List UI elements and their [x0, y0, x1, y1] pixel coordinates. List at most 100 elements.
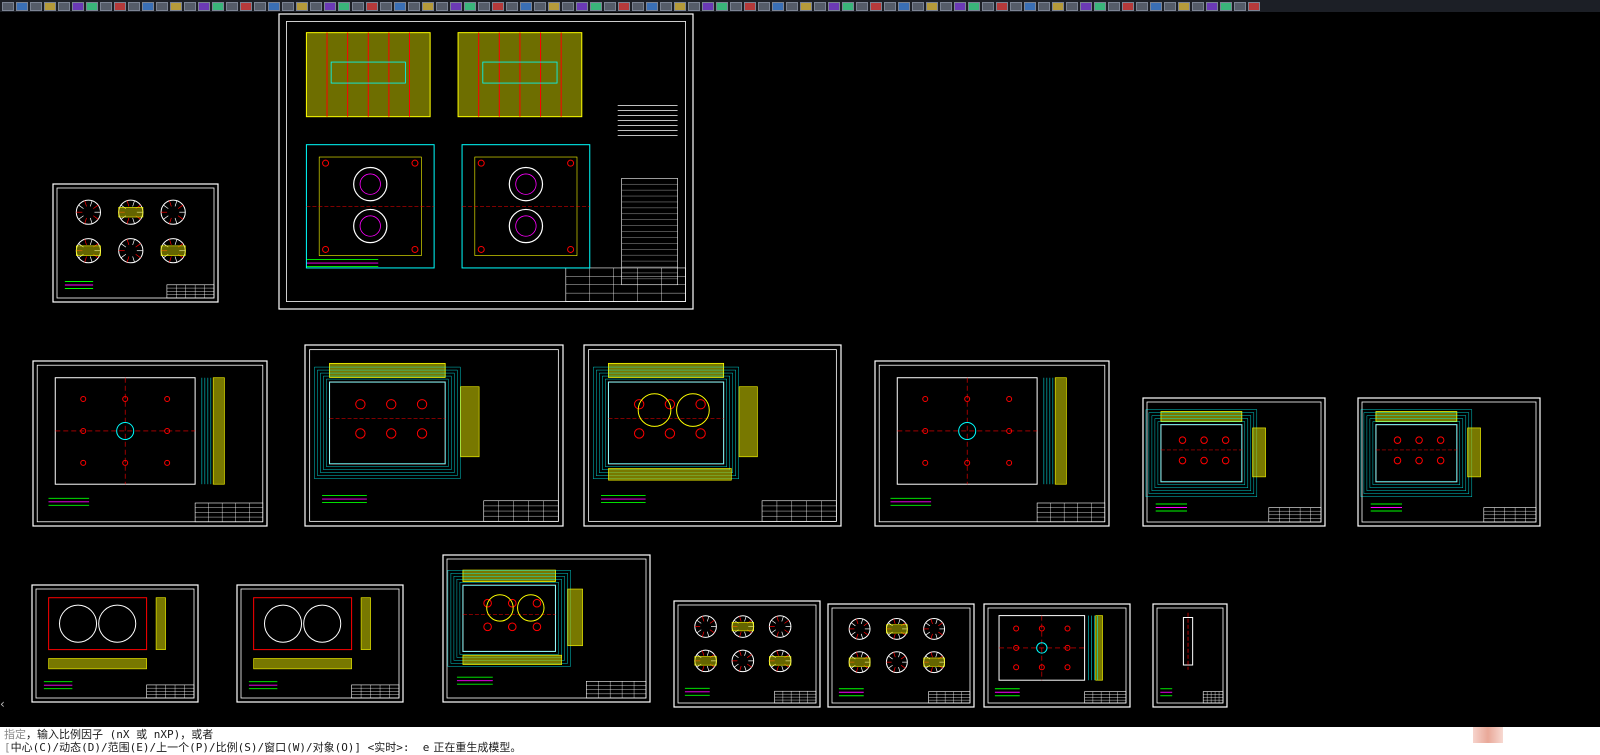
toolbar-tool-icon[interactable] [184, 1, 196, 11]
drawing-sheet[interactable] [1152, 603, 1228, 708]
drawing-sheet[interactable] [442, 554, 651, 703]
toolbar-tool-icon[interactable] [1122, 1, 1134, 11]
toolbar-tool-icon[interactable] [646, 1, 658, 11]
toolbar-tool-icon[interactable] [1038, 1, 1050, 11]
toolbar-tool-icon[interactable] [492, 1, 504, 11]
command-input-line[interactable]: [中心(C)/动态(D)/范围(E)/上一个(P)/比例(S)/窗口(W)/对象… [4, 741, 1600, 754]
toolbar-tool-icon[interactable] [1220, 1, 1232, 11]
toolbar-tool-icon[interactable] [786, 1, 798, 11]
command-line[interactable]: 指定，输入比例因子 (nX 或 nXP)，或者 [中心(C)/动态(D)/范围(… [0, 727, 1600, 755]
toolbar-tool-icon[interactable] [800, 1, 812, 11]
toolbar-tool-icon[interactable] [268, 1, 280, 11]
toolbar-tool-icon[interactable] [16, 1, 28, 11]
toolbar-tool-icon[interactable] [716, 1, 728, 11]
toolbar-tool-icon[interactable] [702, 1, 714, 11]
toolbar-tool-icon[interactable] [912, 1, 924, 11]
toolbar-tool-icon[interactable] [128, 1, 140, 11]
toolbar-tool-icon[interactable] [632, 1, 644, 11]
toolbar-tool-icon[interactable] [338, 1, 350, 11]
drawing-sheet[interactable] [31, 584, 199, 703]
toolbar-tool-icon[interactable] [954, 1, 966, 11]
toolbar-tool-icon[interactable] [856, 1, 868, 11]
toolbar-tool-icon[interactable] [814, 1, 826, 11]
drawing-sheet[interactable] [874, 360, 1110, 527]
toolbar-tool-icon[interactable] [562, 1, 574, 11]
toolbar-tool-icon[interactable] [744, 1, 756, 11]
toolbar-tool-icon[interactable] [464, 1, 476, 11]
toolbar-tool-icon[interactable] [660, 1, 672, 11]
toolbar-tool-icon[interactable] [940, 1, 952, 11]
toolbar-tool-icon[interactable] [898, 1, 910, 11]
toolbar-tool-icon[interactable] [114, 1, 126, 11]
toolbar-tool-icon[interactable] [1094, 1, 1106, 11]
toolbar-tool-icon[interactable] [1066, 1, 1078, 11]
toolbar-tool-icon[interactable] [730, 1, 742, 11]
toolbar-tool-icon[interactable] [170, 1, 182, 11]
toolbar-tool-icon[interactable] [674, 1, 686, 11]
toolbar-tool-icon[interactable] [590, 1, 602, 11]
toolbar-tool-icon[interactable] [254, 1, 266, 11]
toolbar-tool-icon[interactable] [1024, 1, 1036, 11]
toolbar-tool-icon[interactable] [842, 1, 854, 11]
toolbar-tool-icon[interactable] [870, 1, 882, 11]
toolbar-tool-icon[interactable] [72, 1, 84, 11]
toolbar-tool-icon[interactable] [1108, 1, 1120, 11]
toolbar-tool-icon[interactable] [828, 1, 840, 11]
drawing-sheet[interactable] [983, 603, 1131, 708]
toolbar-tool-icon[interactable] [240, 1, 252, 11]
toolbar-tool-icon[interactable] [352, 1, 364, 11]
toolbar-tool-icon[interactable] [1164, 1, 1176, 11]
toolbar-tool-icon[interactable] [604, 1, 616, 11]
toolbar-tool-icon[interactable] [198, 1, 210, 11]
toolbar-tool-icon[interactable] [1206, 1, 1218, 11]
toolbar-tool-icon[interactable] [324, 1, 336, 11]
drawing-sheet[interactable] [52, 183, 219, 303]
scroll-left-icon[interactable]: ‹ [0, 697, 12, 711]
toolbar-tool-icon[interactable] [1010, 1, 1022, 11]
toolbar-tool-icon[interactable] [506, 1, 518, 11]
toolbar-tool-icon[interactable] [450, 1, 462, 11]
toolbar-tool-icon[interactable] [926, 1, 938, 11]
toolbar-tool-icon[interactable] [1178, 1, 1190, 11]
toolbar-tool-icon[interactable] [996, 1, 1008, 11]
drawing-sheet[interactable] [1357, 397, 1541, 527]
toolbar-tool-icon[interactable] [618, 1, 630, 11]
toolbar-tool-icon[interactable] [534, 1, 546, 11]
toolbar-tool-icon[interactable] [1150, 1, 1162, 11]
toolbar-tool-icon[interactable] [436, 1, 448, 11]
toolbar-tool-icon[interactable] [1248, 1, 1260, 11]
toolbar-tool-icon[interactable] [1052, 1, 1064, 11]
toolbar-tool-icon[interactable] [296, 1, 308, 11]
toolbar-tool-icon[interactable] [212, 1, 224, 11]
toolbar-tool-icon[interactable] [1192, 1, 1204, 11]
drawing-sheet[interactable] [673, 600, 821, 708]
drawing-sheet[interactable] [583, 344, 842, 527]
toolbar-tool-icon[interactable] [30, 1, 42, 11]
drawing-canvas[interactable] [0, 12, 1600, 727]
toolbar-tool-icon[interactable] [380, 1, 392, 11]
toolbar-tool-icon[interactable] [422, 1, 434, 11]
toolbar-tool-icon[interactable] [884, 1, 896, 11]
drawing-sheet[interactable] [827, 603, 975, 708]
toolbar-tool-icon[interactable] [100, 1, 112, 11]
toolbar-tool-icon[interactable] [478, 1, 490, 11]
toolbar-tool-icon[interactable] [156, 1, 168, 11]
toolbar-tool-icon[interactable] [968, 1, 980, 11]
toolbar-tool-icon[interactable] [982, 1, 994, 11]
toolbar-tool-icon[interactable] [2, 1, 14, 11]
toolbar-tool-icon[interactable] [576, 1, 588, 11]
toolbar-tool-icon[interactable] [142, 1, 154, 11]
toolbar-tool-icon[interactable] [548, 1, 560, 11]
toolbar-tool-icon[interactable] [408, 1, 420, 11]
toolbar-tool-icon[interactable] [772, 1, 784, 11]
drawing-sheet[interactable] [278, 13, 694, 310]
toolbar-tool-icon[interactable] [366, 1, 378, 11]
toolbar-tool-icon[interactable] [520, 1, 532, 11]
toolbar-tool-icon[interactable] [1136, 1, 1148, 11]
toolbar-tool-icon[interactable] [310, 1, 322, 11]
toolbar-tool-icon[interactable] [758, 1, 770, 11]
toolbar-tool-icon[interactable] [1234, 1, 1246, 11]
toolbar-tool-icon[interactable] [44, 1, 56, 11]
drawing-sheet[interactable] [236, 584, 404, 703]
drawing-sheet[interactable] [32, 360, 268, 527]
